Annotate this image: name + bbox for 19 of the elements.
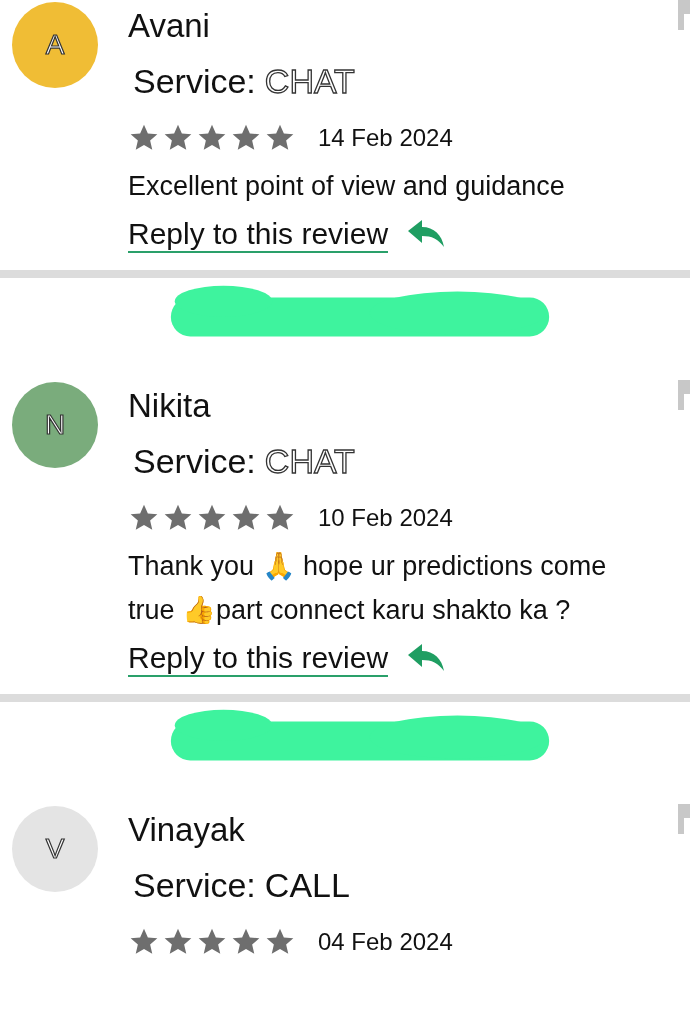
reviewer-name: Avani <box>128 6 210 46</box>
reviewer-name: Vinayak <box>128 810 245 850</box>
service-type: CALL <box>264 865 350 906</box>
service-label: Service: <box>133 441 256 482</box>
review-date: 14 Feb 2024 <box>318 124 453 152</box>
review-comment: Thank you 🙏 hope ur predictions come true 👍part connect karu shakto ka ? <box>128 550 608 627</box>
reply-link[interactable]: Reply to this review <box>128 217 389 253</box>
reviewer-name: Nikita <box>128 386 211 426</box>
service-type: CHAT <box>264 441 355 482</box>
service-label: Service: <box>133 61 256 102</box>
review-date: 04 Feb 2024 <box>318 928 453 956</box>
review-date: 10 Feb 2024 <box>318 504 453 532</box>
avatar: V <box>12 806 98 892</box>
service-label: Service: <box>133 865 256 906</box>
avatar: A <box>12 2 98 88</box>
service-type: CHAT <box>264 61 355 102</box>
review-comment: Excellent point of view and guidance <box>128 170 566 203</box>
reply-link[interactable]: Reply to this review <box>128 641 389 677</box>
avatar: N <box>12 382 98 468</box>
